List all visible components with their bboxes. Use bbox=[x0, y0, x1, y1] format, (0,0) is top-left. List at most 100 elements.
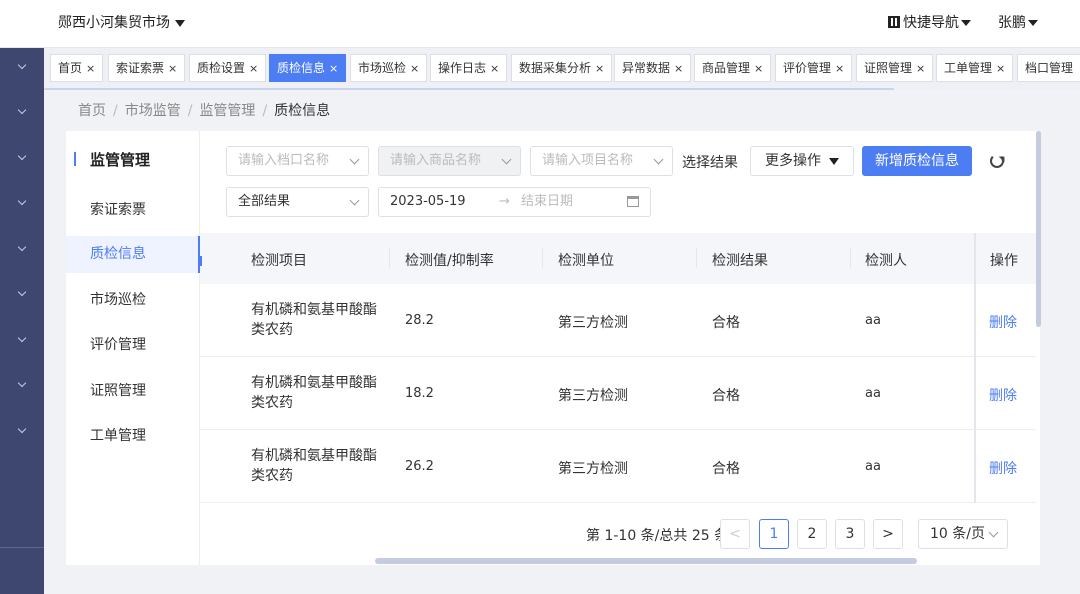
page-button-3[interactable]: 3 bbox=[835, 519, 865, 549]
vertical-scrollbar[interactable] bbox=[1036, 131, 1041, 327]
cell-value: 26.2 bbox=[405, 459, 434, 474]
column-header-item: 检测项目 bbox=[251, 253, 307, 269]
breadcrumb-separator: / bbox=[187, 103, 193, 119]
sidebar-group-2[interactable] bbox=[0, 99, 44, 129]
page-button-2[interactable]: 2 bbox=[797, 519, 827, 549]
tab-scrollbar[interactable] bbox=[44, 88, 894, 90]
tab-data-analysis[interactable]: 数据采集分析 × bbox=[511, 54, 613, 82]
refresh-icon[interactable] bbox=[990, 154, 1004, 168]
table-row: 有机磷和氨基甲酸酯类农药 18.2 第三方检测 合格 aa 删除 bbox=[200, 357, 1036, 430]
column-header-result: 检测结果 bbox=[712, 253, 768, 269]
tab-market-patrol[interactable]: 市场巡检 × bbox=[350, 54, 428, 82]
tab-home[interactable]: 首页 × bbox=[50, 54, 104, 82]
next-page-button[interactable]: > bbox=[873, 519, 903, 549]
tab-product-management[interactable]: 商品管理 × bbox=[694, 54, 772, 82]
product-name-select[interactable]: 请输入商品名称 bbox=[378, 146, 521, 176]
user-menu[interactable]: 张鹏 bbox=[998, 12, 1038, 32]
inner-nav-item-license-management[interactable]: 证照管理 bbox=[66, 373, 200, 410]
close-icon[interactable]: × bbox=[996, 62, 1005, 75]
sidebar-group-7[interactable] bbox=[0, 327, 44, 357]
breadcrumb-market-supervision[interactable]: 市场监管 bbox=[125, 103, 181, 119]
inner-nav-item-qc-info[interactable]: 质检信息 bbox=[66, 236, 200, 273]
breadcrumb-supervision-management[interactable]: 监管管理 bbox=[199, 103, 255, 119]
tab-certificates[interactable]: 索证索票 × bbox=[108, 54, 186, 82]
result-select[interactable]: 全部结果 bbox=[226, 187, 369, 217]
stall-name-select[interactable]: 请输入档口名称 bbox=[226, 146, 369, 176]
tab-label: 质检信息 bbox=[277, 61, 326, 75]
market-selector[interactable]: 郧西小河集贸市场 bbox=[58, 12, 185, 32]
prev-page-button[interactable]: < bbox=[720, 519, 750, 549]
breadcrumb-home[interactable]: 首页 bbox=[78, 103, 106, 119]
more-actions-button[interactable]: 更多操作 bbox=[750, 146, 854, 176]
chevron-down-icon bbox=[501, 154, 512, 165]
inner-nav-item-ticket-management[interactable]: 工单管理 bbox=[66, 418, 200, 455]
date-start-input[interactable]: 2023-05-19 bbox=[390, 188, 466, 216]
item-name-select[interactable]: 请输入项目名称 bbox=[530, 146, 673, 176]
chevron-down-icon bbox=[653, 154, 664, 165]
close-icon[interactable]: × bbox=[249, 62, 258, 75]
tab-label: 工单管理 bbox=[944, 61, 993, 75]
tab-qc-settings[interactable]: 质检设置 × bbox=[189, 54, 267, 82]
add-qc-info-button[interactable]: 新增质检信息 bbox=[862, 146, 972, 176]
quick-nav-menu[interactable]: 快捷导航 bbox=[888, 12, 971, 32]
tab-label: 档口管理 bbox=[1025, 61, 1074, 75]
date-range-picker[interactable]: 2023-05-19 → 结束日期 bbox=[378, 187, 651, 217]
tab-label: 商品管理 bbox=[702, 61, 751, 75]
inner-nav-item-certificates[interactable]: 索证索票 bbox=[66, 192, 200, 229]
cell-unit: 第三方检测 bbox=[558, 461, 628, 477]
sidebar-group-1[interactable] bbox=[0, 54, 44, 84]
close-icon[interactable]: × bbox=[329, 62, 338, 75]
table-row: 有机磷和氨基甲酸酯类农药 28.2 第三方检测 合格 aa 删除 bbox=[200, 284, 1036, 357]
chevron-down-icon bbox=[17, 378, 27, 388]
tab-abnormal-data[interactable]: 异常数据 × bbox=[614, 54, 692, 82]
inner-nav-item-market-patrol[interactable]: 市场巡检 bbox=[66, 282, 200, 319]
chevron-down-icon bbox=[17, 151, 27, 161]
cell-item: 有机磷和氨基甲酸酯类农药 bbox=[251, 448, 377, 484]
tab-qc-info[interactable]: 质检信息 × bbox=[269, 54, 347, 82]
sidebar-group-8[interactable] bbox=[0, 372, 44, 402]
sidebar-group-4[interactable] bbox=[0, 190, 44, 220]
column-separator bbox=[542, 248, 543, 268]
more-actions-label: 更多操作 bbox=[765, 153, 821, 169]
close-icon[interactable]: × bbox=[754, 62, 763, 75]
column-separator bbox=[696, 248, 697, 268]
page-button-1[interactable]: 1 bbox=[759, 519, 789, 549]
close-icon[interactable]: × bbox=[674, 62, 683, 75]
cell-value: 28.2 bbox=[405, 313, 434, 328]
tab-stall-management[interactable]: 档口管理 bbox=[1017, 54, 1080, 82]
fixed-column-divider bbox=[974, 233, 976, 503]
close-icon[interactable]: × bbox=[86, 62, 95, 75]
quick-nav-label: 快捷导航 bbox=[903, 15, 959, 31]
close-icon[interactable]: × bbox=[168, 62, 177, 75]
close-icon[interactable]: × bbox=[490, 62, 499, 75]
horizontal-scrollbar[interactable] bbox=[375, 558, 917, 564]
page-size-select[interactable]: 10 条/页 bbox=[918, 519, 1008, 549]
arrow-right-icon: → bbox=[499, 194, 510, 209]
sidebar-group-3[interactable] bbox=[0, 145, 44, 175]
delete-link[interactable]: 删除 bbox=[989, 312, 1017, 332]
close-icon[interactable]: × bbox=[595, 62, 604, 75]
tab-license-management[interactable]: 证照管理 × bbox=[856, 54, 934, 82]
tab-review-management[interactable]: 评价管理 × bbox=[775, 54, 853, 82]
cell-item: 有机磷和氨基甲酸酯类农药 bbox=[251, 375, 377, 411]
tab-label: 首页 bbox=[58, 61, 83, 75]
sidebar-group-6[interactable] bbox=[0, 281, 44, 311]
close-icon[interactable]: × bbox=[410, 62, 419, 75]
inner-nav-item-review-management[interactable]: 评价管理 bbox=[66, 327, 200, 364]
caret-down-icon bbox=[829, 157, 839, 165]
select-result-label[interactable]: 选择结果 bbox=[682, 152, 738, 172]
date-end-input[interactable]: 结束日期 bbox=[521, 188, 573, 216]
column-separator bbox=[389, 248, 390, 268]
tab-ticket-management[interactable]: 工单管理 × bbox=[936, 54, 1014, 82]
sidebar-group-5[interactable] bbox=[0, 236, 44, 266]
stall-name-placeholder: 请输入档口名称 bbox=[238, 153, 330, 168]
sidebar-group-9[interactable] bbox=[0, 418, 44, 448]
delete-link[interactable]: 删除 bbox=[989, 385, 1017, 405]
chevron-down-icon bbox=[17, 60, 27, 70]
chevron-down-icon bbox=[349, 195, 360, 206]
tab-label: 操作日志 bbox=[438, 61, 487, 75]
close-icon[interactable]: × bbox=[835, 62, 844, 75]
close-icon[interactable]: × bbox=[916, 62, 925, 75]
delete-link[interactable]: 删除 bbox=[989, 458, 1017, 478]
tab-operation-log[interactable]: 操作日志 × bbox=[430, 54, 508, 82]
